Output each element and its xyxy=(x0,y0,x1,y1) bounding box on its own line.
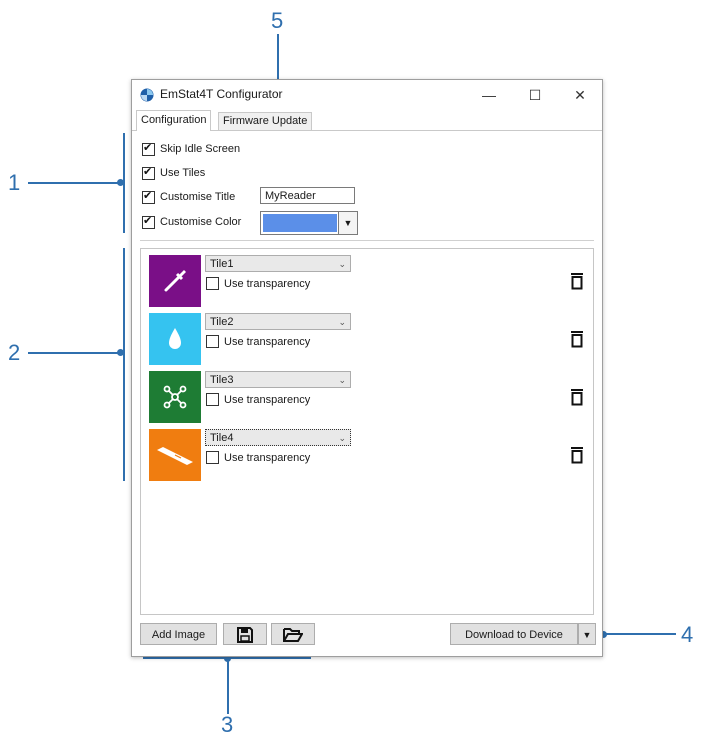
tile-row: Tile1 ⌄ Use transparency xyxy=(149,255,589,307)
tile-select-value: Tile1 xyxy=(210,258,234,270)
callout-3-line xyxy=(227,660,229,714)
use-transparency-label: Use transparency xyxy=(224,451,311,464)
tab-strip: Configuration Firmware Update xyxy=(132,110,602,131)
skip-idle-checkbox[interactable] xyxy=(142,141,155,156)
customise-color-option[interactable]: Customise Color xyxy=(142,214,241,230)
tile-row: Tile2 ⌄ Use transparency xyxy=(149,313,589,365)
color-picker[interactable]: ▼ xyxy=(260,211,358,235)
use-transparency-option[interactable]: Use transparency xyxy=(206,393,310,406)
callout-2-line xyxy=(28,352,121,354)
chevron-down-icon: ⌄ xyxy=(338,317,346,327)
download-to-device-button[interactable]: Download to Device xyxy=(450,623,578,645)
use-transparency-option[interactable]: Use transparency xyxy=(206,335,310,348)
use-transparency-option[interactable]: Use transparency xyxy=(206,451,310,464)
folder-open-icon xyxy=(283,628,304,642)
download-options-dropdown[interactable]: ▼ xyxy=(578,623,596,645)
use-transparency-option[interactable]: Use transparency xyxy=(206,277,310,290)
add-image-button[interactable]: Add Image xyxy=(140,623,217,645)
skip-idle-option[interactable]: Skip Idle Screen xyxy=(142,141,240,157)
customise-color-label: Customise Color xyxy=(160,216,242,228)
tab-configuration[interactable]: Configuration xyxy=(136,110,212,131)
chevron-down-icon: ⌄ xyxy=(338,259,346,269)
delete-tile-icon[interactable] xyxy=(570,446,584,464)
app-logo-icon xyxy=(140,88,154,102)
tab-firmware-update[interactable]: Firmware Update xyxy=(218,112,313,130)
tile-image[interactable] xyxy=(149,313,201,365)
use-transparency-checkbox[interactable] xyxy=(206,451,219,464)
customise-title-checkbox[interactable] xyxy=(142,189,155,204)
close-icon: ✕ xyxy=(574,86,586,103)
callout-2-bracket xyxy=(123,248,125,481)
tile-select-value: Tile2 xyxy=(210,316,234,328)
delete-tile-icon[interactable] xyxy=(570,388,584,406)
tile-list: Tile1 ⌄ Use transparency Tile2 ⌄ Use trans… xyxy=(140,248,594,615)
window-title: EmStat4T Configurator xyxy=(160,87,283,101)
close-button[interactable]: ✕ xyxy=(560,80,600,110)
use-transparency-label: Use transparency xyxy=(224,393,311,406)
droplet-icon xyxy=(169,328,181,349)
customise-color-checkbox[interactable] xyxy=(142,214,155,229)
use-tiles-label: Use Tiles xyxy=(160,167,206,179)
callout-5: 5 xyxy=(271,8,284,33)
callout-4-line xyxy=(604,633,676,635)
color-swatch xyxy=(263,214,337,232)
minimize-button[interactable]: — xyxy=(469,80,509,110)
use-transparency-checkbox[interactable] xyxy=(206,393,219,406)
tile-select-value: Tile4 xyxy=(210,432,234,444)
maximize-button[interactable]: ☐ xyxy=(515,80,555,110)
callout-1-bracket xyxy=(123,133,125,233)
tile-image[interactable] xyxy=(149,255,201,307)
save-button[interactable] xyxy=(223,623,267,645)
tile-row: Tile3 ⌄ Use transparency xyxy=(149,371,589,423)
use-tiles-option[interactable]: Use Tiles xyxy=(142,165,205,181)
use-transparency-label: Use transparency xyxy=(224,335,311,348)
tile-select[interactable]: Tile3 ⌄ xyxy=(205,371,351,388)
configurator-window: EmStat4T Configurator — ☐ ✕ Configuratio… xyxy=(131,79,603,657)
use-transparency-checkbox[interactable] xyxy=(206,277,219,290)
chevron-down-icon[interactable]: ▼ xyxy=(338,212,357,234)
delete-tile-icon[interactable] xyxy=(570,272,584,290)
callout-4: 4 xyxy=(681,622,694,647)
tile-select-value: Tile3 xyxy=(210,374,234,386)
sensor-strip-icon xyxy=(157,447,193,465)
tile-select[interactable]: Tile1 ⌄ xyxy=(205,255,351,272)
callout-3: 3 xyxy=(221,712,234,737)
maximize-icon: ☐ xyxy=(528,86,542,103)
tile-row: Tile4 ⌄ Use transparency xyxy=(149,429,589,481)
custom-title-input[interactable]: MyReader xyxy=(260,187,355,204)
tile-select[interactable]: Tile4 ⌄ xyxy=(205,429,351,446)
network-icon xyxy=(163,385,187,409)
use-transparency-label: Use transparency xyxy=(224,277,311,290)
customise-title-label: Customise Title xyxy=(160,191,236,203)
callout-1-line xyxy=(28,182,121,184)
pipette-icon xyxy=(164,270,186,292)
callout-1: 1 xyxy=(8,170,21,195)
chevron-down-icon: ⌄ xyxy=(338,375,346,385)
skip-idle-label: Skip Idle Screen xyxy=(160,143,241,155)
delete-tile-icon[interactable] xyxy=(570,330,584,348)
use-tiles-checkbox[interactable] xyxy=(142,165,155,180)
use-transparency-checkbox[interactable] xyxy=(206,335,219,348)
bottom-toolbar: Add Image Download to Device ▼ xyxy=(132,620,602,654)
title-bar[interactable]: EmStat4T Configurator — ☐ ✕ xyxy=(132,80,602,110)
minimize-icon: — xyxy=(482,87,496,103)
callout-2: 2 xyxy=(8,340,21,365)
tile-image[interactable] xyxy=(149,371,201,423)
divider xyxy=(140,240,594,241)
tile-image[interactable] xyxy=(149,429,201,481)
tile-select[interactable]: Tile2 ⌄ xyxy=(205,313,351,330)
customise-title-option[interactable]: Customise Title xyxy=(142,189,235,205)
open-button[interactable] xyxy=(271,623,315,645)
chevron-down-icon: ⌄ xyxy=(338,433,346,443)
floppy-disk-icon xyxy=(237,627,253,643)
